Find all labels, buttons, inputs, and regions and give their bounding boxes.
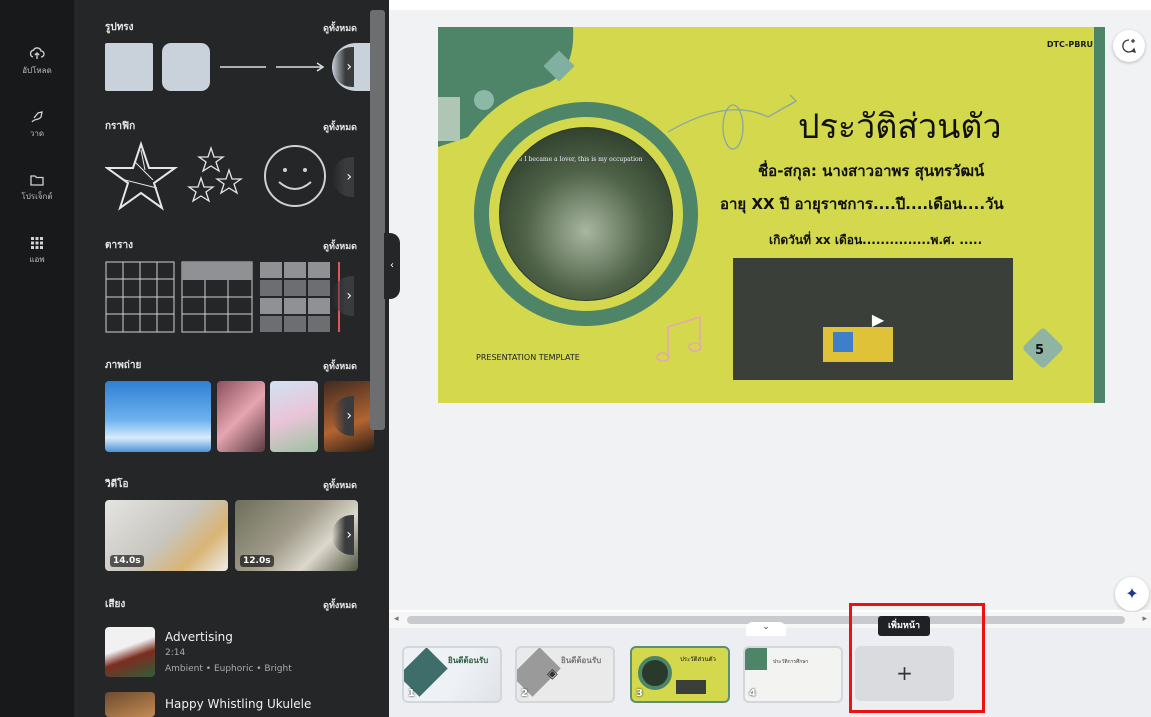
- folder-icon: [0, 172, 74, 188]
- slide-name-line: ชื่อ-สกุล: นางสาวอาพร สุนทรวัฒน์: [758, 162, 985, 180]
- photo-people[interactable]: [217, 381, 265, 452]
- see-all-audio-link[interactable]: ดูทั้งหมด: [323, 598, 357, 612]
- section-title-graphics: กราฟิก: [105, 121, 136, 132]
- magic-button[interactable]: ✦: [1115, 577, 1149, 611]
- page-thumbnail-3[interactable]: ประวัติส่วนตัว 3: [630, 646, 730, 703]
- section-title-videos: วิดีโอ: [105, 479, 129, 490]
- page-strip: ⌄ ยินดีต้อนรับ 1 ยินดีต้อนรับ ◈ 2 ประวัต…: [389, 622, 1151, 717]
- video-duration: 12.0s: [240, 555, 274, 567]
- see-all-tables-link[interactable]: ดูทั้งหมด: [323, 239, 357, 253]
- left-rail: อัปโหลด วาด โปรเจ็กต์ แอพ: [0, 0, 74, 717]
- ai-comment-button[interactable]: [1113, 30, 1145, 62]
- elements-panel: รูปทรง ดูทั้งหมด › กราฟิก ดูทั้งหมด › ตา…: [74, 0, 389, 717]
- section-title-photos: ภาพถ่าย: [105, 360, 142, 371]
- page-number: 3: [636, 688, 643, 699]
- apps-grid-icon: [0, 235, 74, 251]
- slide-page-badge: 5: [1035, 343, 1045, 358]
- template-label: PRESENTATION TEMPLATE: [476, 353, 580, 362]
- audio-item[interactable]: Advertising 2:14 Ambient • Euphoric • Br…: [105, 627, 365, 679]
- see-all-graphics-link[interactable]: ดูทั้งหมด: [323, 120, 357, 134]
- section-title-audio: เสียง: [105, 599, 126, 610]
- cloud-upload-icon: [0, 46, 74, 62]
- rail-item-label: แอพ: [29, 255, 45, 264]
- audio-title: Advertising: [165, 630, 233, 644]
- audio-duration: 2:14: [165, 648, 186, 658]
- page-thumbnail-1[interactable]: ยินดีต้อนรับ 1: [402, 646, 502, 703]
- slide-birth-line: เกิดวันที่ xx เดือน...............พ.ศ. .…: [769, 233, 983, 247]
- photo-caption: once I became a lover, this is my occupa…: [508, 156, 643, 163]
- see-all-photos-link[interactable]: ดูทั้งหมด: [323, 359, 357, 373]
- rail-item-draw[interactable]: วาด: [0, 109, 74, 140]
- photo-sky[interactable]: [105, 381, 211, 452]
- slide-age-line: อายุ XX ปี อายุราชการ....ปี....เดือน....…: [720, 195, 1004, 213]
- rail-item-label: อัปโหลด: [22, 66, 52, 75]
- rail-item-label: โปรเจ็กต์: [21, 192, 53, 201]
- audio-title: Happy Whistling Ukulele: [165, 697, 312, 711]
- chevron-down-icon[interactable]: ⌄: [746, 622, 786, 636]
- scroll-right-icon[interactable]: ▸: [1142, 614, 1147, 624]
- thumb-title: ยินดีต้อนรับ: [561, 656, 602, 665]
- page-number: 2: [521, 688, 528, 699]
- audio-cover: [105, 692, 155, 717]
- panel-scrollbar[interactable]: [370, 10, 385, 430]
- slide-brand: DTC-PBRU: [1046, 40, 1093, 49]
- see-all-videos-link[interactable]: ดูทั้งหมด: [323, 478, 357, 492]
- shape-rounded-square[interactable]: [162, 43, 210, 91]
- collapse-panel-button[interactable]: ‹: [384, 233, 400, 299]
- slide-title: ประวัติส่วนตัว: [798, 107, 1002, 147]
- photo-girl[interactable]: [270, 381, 318, 452]
- slide-canvas[interactable]: once I became a lover, this is my occupa…: [438, 27, 1105, 403]
- shape-lines[interactable]: [218, 60, 328, 74]
- comment-plus-icon: [1122, 39, 1137, 53]
- audio-item[interactable]: Happy Whistling Ukulele: [105, 692, 365, 717]
- app-root: อัปโหลด วาด โปรเจ็กต์ แอพ รูปทรง ดูทั้งห…: [0, 0, 1151, 717]
- hidden-eye-icon: ◈: [547, 666, 558, 682]
- play-icon[interactable]: ▶: [868, 310, 888, 330]
- highlight-box: [849, 603, 985, 713]
- page-number: 4: [749, 688, 756, 699]
- page-number: 1: [408, 688, 415, 699]
- video-thumb-drinks[interactable]: 14.0s: [105, 500, 228, 571]
- audio-cover: [105, 627, 155, 677]
- thumb-title: ประวัติส่วนตัว: [680, 656, 716, 663]
- audio-tags: Ambient • Euphoric • Bright: [165, 664, 292, 674]
- see-all-shapes-link[interactable]: ดูทั้งหมด: [323, 21, 357, 35]
- page-thumbnail-2[interactable]: ยินดีต้อนรับ ◈ 2: [515, 646, 615, 703]
- chevron-left-icon: ‹: [390, 260, 394, 271]
- shape-square[interactable]: [105, 43, 153, 91]
- draw-icon: [0, 109, 74, 125]
- thumb-decor: [638, 656, 672, 690]
- sparkle-icon: ✦: [1125, 584, 1139, 603]
- thumb-decor: [676, 680, 706, 694]
- page-thumbnail-4[interactable]: ประวัติการศึกษา 4: [743, 646, 843, 703]
- rail-item-upload[interactable]: อัปโหลด: [0, 46, 74, 77]
- profile-photo[interactable]: once I became a lover, this is my occupa…: [500, 128, 672, 300]
- thumb-decor: [745, 648, 767, 670]
- thumb-title: ประวัติการศึกษา: [773, 659, 809, 665]
- scroll-left-icon[interactable]: ◂: [394, 614, 399, 624]
- video-duration: 14.0s: [110, 555, 144, 567]
- section-title-shapes: รูปทรง: [105, 22, 134, 33]
- rail-item-label: วาด: [29, 129, 45, 138]
- rail-item-projects[interactable]: โปรเจ็กต์: [0, 172, 74, 203]
- rail-item-apps[interactable]: แอพ: [0, 235, 74, 266]
- section-title-tables: ตาราง: [105, 240, 133, 251]
- thumb-title: ยินดีต้อนรับ: [448, 656, 489, 665]
